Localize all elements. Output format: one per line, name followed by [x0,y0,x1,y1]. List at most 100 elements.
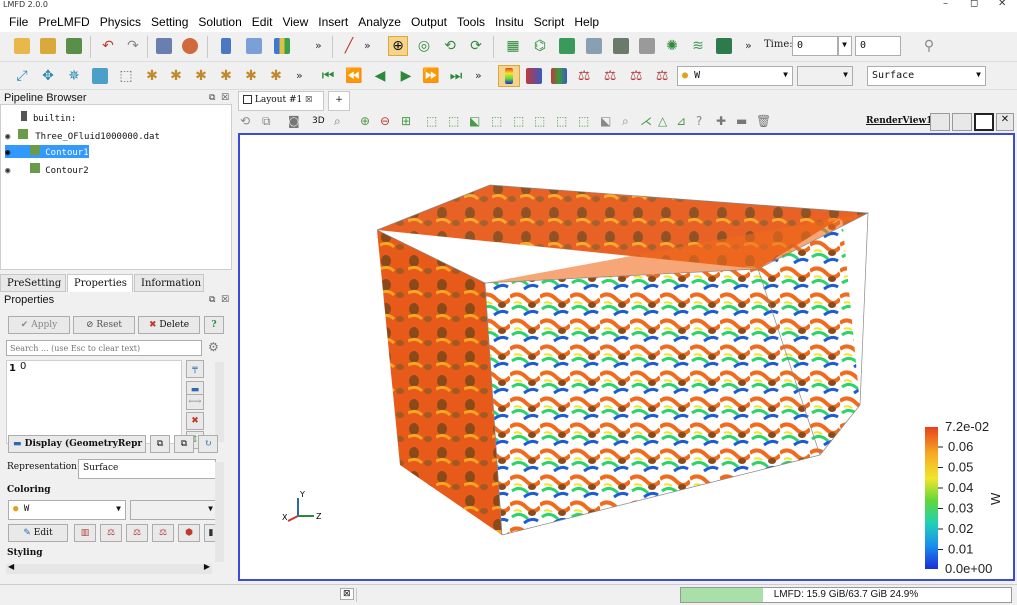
rotate-cw-icon[interactable]: ⟳ [466,36,486,56]
pipeline-item-source[interactable]: ◉ Three_OFluid1000000.dat [5,129,160,142]
menu-physics[interactable]: Physics [95,15,146,29]
toolbar-overflow-icon[interactable]: » [315,39,322,52]
status-stop-icon[interactable]: ⊠ [340,588,354,600]
tab-layout-1[interactable]: Layout #1 ☒ [238,91,324,111]
gear-icon[interactable]: ⚙ [208,340,219,354]
color-by-select[interactable]: ● W ▼ [677,66,793,86]
threshold-icon[interactable] [611,36,631,56]
add-range-button[interactable]: ⟷ [186,394,204,410]
view-minus-x-icon[interactable]: ✱ [166,66,186,86]
rotate-ccw-icon[interactable]: ⟲ [440,36,460,56]
mode-3d-toggle[interactable]: 3D [312,116,325,126]
properties-scrollbar[interactable] [215,462,224,562]
reload-icon[interactable]: ↻ [198,435,218,453]
connect-icon[interactable] [154,36,174,56]
component-select[interactable]: ▼ [797,66,853,86]
previous-frame-icon[interactable]: ⏪ [344,66,364,86]
split-camera-icon[interactable]: ⧉ [262,114,271,129]
redo-icon[interactable]: ↷ [123,36,143,56]
close-tab-icon[interactable]: ☒ [305,95,312,104]
save-data-icon[interactable] [64,36,84,56]
contour-icon[interactable]: ⌬ [530,36,550,56]
first-frame-icon[interactable]: ⏮ [318,66,338,86]
play-icon[interactable]: ▶ [396,66,416,86]
view-plus-z-icon[interactable]: ✱ [241,66,261,86]
reset-camera-icon[interactable]: ◎ [414,36,434,56]
toolbar-overflow-icon[interactable]: » [364,39,371,52]
glyph-icon[interactable]: ✺ [662,36,682,56]
pipeline-item-contour2[interactable]: ◉ Contour2 [5,163,89,176]
camera-icon[interactable]: ◙ [288,114,300,128]
minimize-button[interactable]: – [943,0,948,9]
choose-preset-icon[interactable]: ▥ [74,524,96,542]
menu-analyze[interactable]: Analyze [353,15,406,29]
edit-colormap-button[interactable]: ✎ Edit [8,524,68,542]
eye-icon[interactable]: ◉ [5,148,10,158]
eye-icon[interactable]: ◉ [5,132,10,142]
rescale-custom-icon[interactable]: ⚖ [574,66,594,86]
menu-edit[interactable]: Edit [247,15,278,29]
zoom-icon[interactable]: ⌕ [334,114,341,129]
menu-tools[interactable]: Tools [452,15,490,29]
menu-insitu[interactable]: Insitu [490,15,529,29]
view-plus-y-icon[interactable]: ✱ [191,66,211,86]
float-panel-icon[interactable]: ⧉ [209,295,215,305]
menu-help[interactable]: Help [569,15,604,29]
pipeline-item-contour1[interactable]: ◉ Contour1 [5,145,89,158]
menu-insert[interactable]: Insert [313,15,353,29]
menu-setting[interactable]: Setting [146,15,193,29]
clip-icon[interactable] [557,36,577,56]
reset-view-icon[interactable]: ⤢ [12,66,32,86]
next-frame-icon[interactable]: ⏩ [421,66,441,86]
list-scrollbar[interactable] [215,362,224,442]
delete-button[interactable]: ✖ Delete [138,316,200,334]
menu-file[interactable]: File [4,15,33,29]
zoom-in-icon[interactable]: ✚ [716,114,726,128]
select-poly-points-icon[interactable]: ⬚ [534,114,545,128]
component-combo[interactable]: ▼ [130,500,218,520]
representation-select[interactable]: Surface ▼ [867,66,986,86]
edit-colormap-icon[interactable] [524,66,544,86]
spreadsheet-icon[interactable] [216,36,236,56]
close-view-icon[interactable]: ✕ [996,113,1014,131]
float-panel-icon[interactable]: ⧉ [209,93,215,103]
extract-icon[interactable] [637,36,657,56]
toolbar-overflow-icon[interactable]: » [475,69,482,82]
menu-output[interactable]: Output [406,15,452,29]
toolbar-overflow-icon[interactable]: » [745,39,752,52]
select-frustum-icon[interactable]: ⬕ [469,114,480,128]
find-data-icon[interactable]: ? [696,114,702,128]
rescale-data-icon[interactable]: ⚖ [100,524,122,542]
stream-tracer-icon[interactable]: ≋ [688,36,708,56]
view-minus-y-icon[interactable]: ✱ [216,66,236,86]
menu-script[interactable]: Script [529,15,570,29]
rescale-visible-icon[interactable]: ⚖ [626,66,646,86]
hover-cells-icon[interactable]: ⬕ [600,114,611,128]
zoom-fit-icon[interactable]: ✥ [38,66,58,86]
palette-icon[interactable] [180,36,200,56]
coloring-combo[interactable]: ● W ▼ [8,500,126,520]
menu-solution[interactable]: Solution [193,15,246,29]
search-input[interactable] [6,340,202,356]
play-reverse-icon[interactable]: ◀ [370,66,390,86]
bar-chart-icon[interactable] [272,36,292,56]
select-cells-on-icon[interactable]: ⬚ [426,114,437,128]
select-block-icon[interactable]: ⬚ [491,114,502,128]
view-minus-z-icon[interactable]: ✱ [266,66,286,86]
slice-icon[interactable] [584,36,604,56]
remove-all-button[interactable]: ✖ [186,412,204,430]
clear-selection-icon[interactable]: 🗑 [756,114,771,128]
close-button[interactable]: ✕ [998,0,1006,9]
select-points-on-icon[interactable]: ⬚ [448,114,459,128]
apply-button[interactable]: ✔ Apply [8,316,70,334]
maximize-view-icon[interactable] [974,113,994,131]
split-horizontal-icon[interactable] [930,113,950,131]
split-vertical-icon[interactable] [952,113,972,131]
select-poly-icon[interactable]: ⬚ [513,114,524,128]
scroll-right-icon[interactable]: ▶ [204,562,210,571]
select-cells-icon[interactable]: ⊖ [380,114,390,128]
menu-prelmfd[interactable]: PreLMFD [33,15,94,29]
calculator-icon[interactable]: ▦ [503,36,523,56]
pen-icon[interactable]: ╱ [339,36,359,56]
add-layout-button[interactable]: + [328,91,350,111]
